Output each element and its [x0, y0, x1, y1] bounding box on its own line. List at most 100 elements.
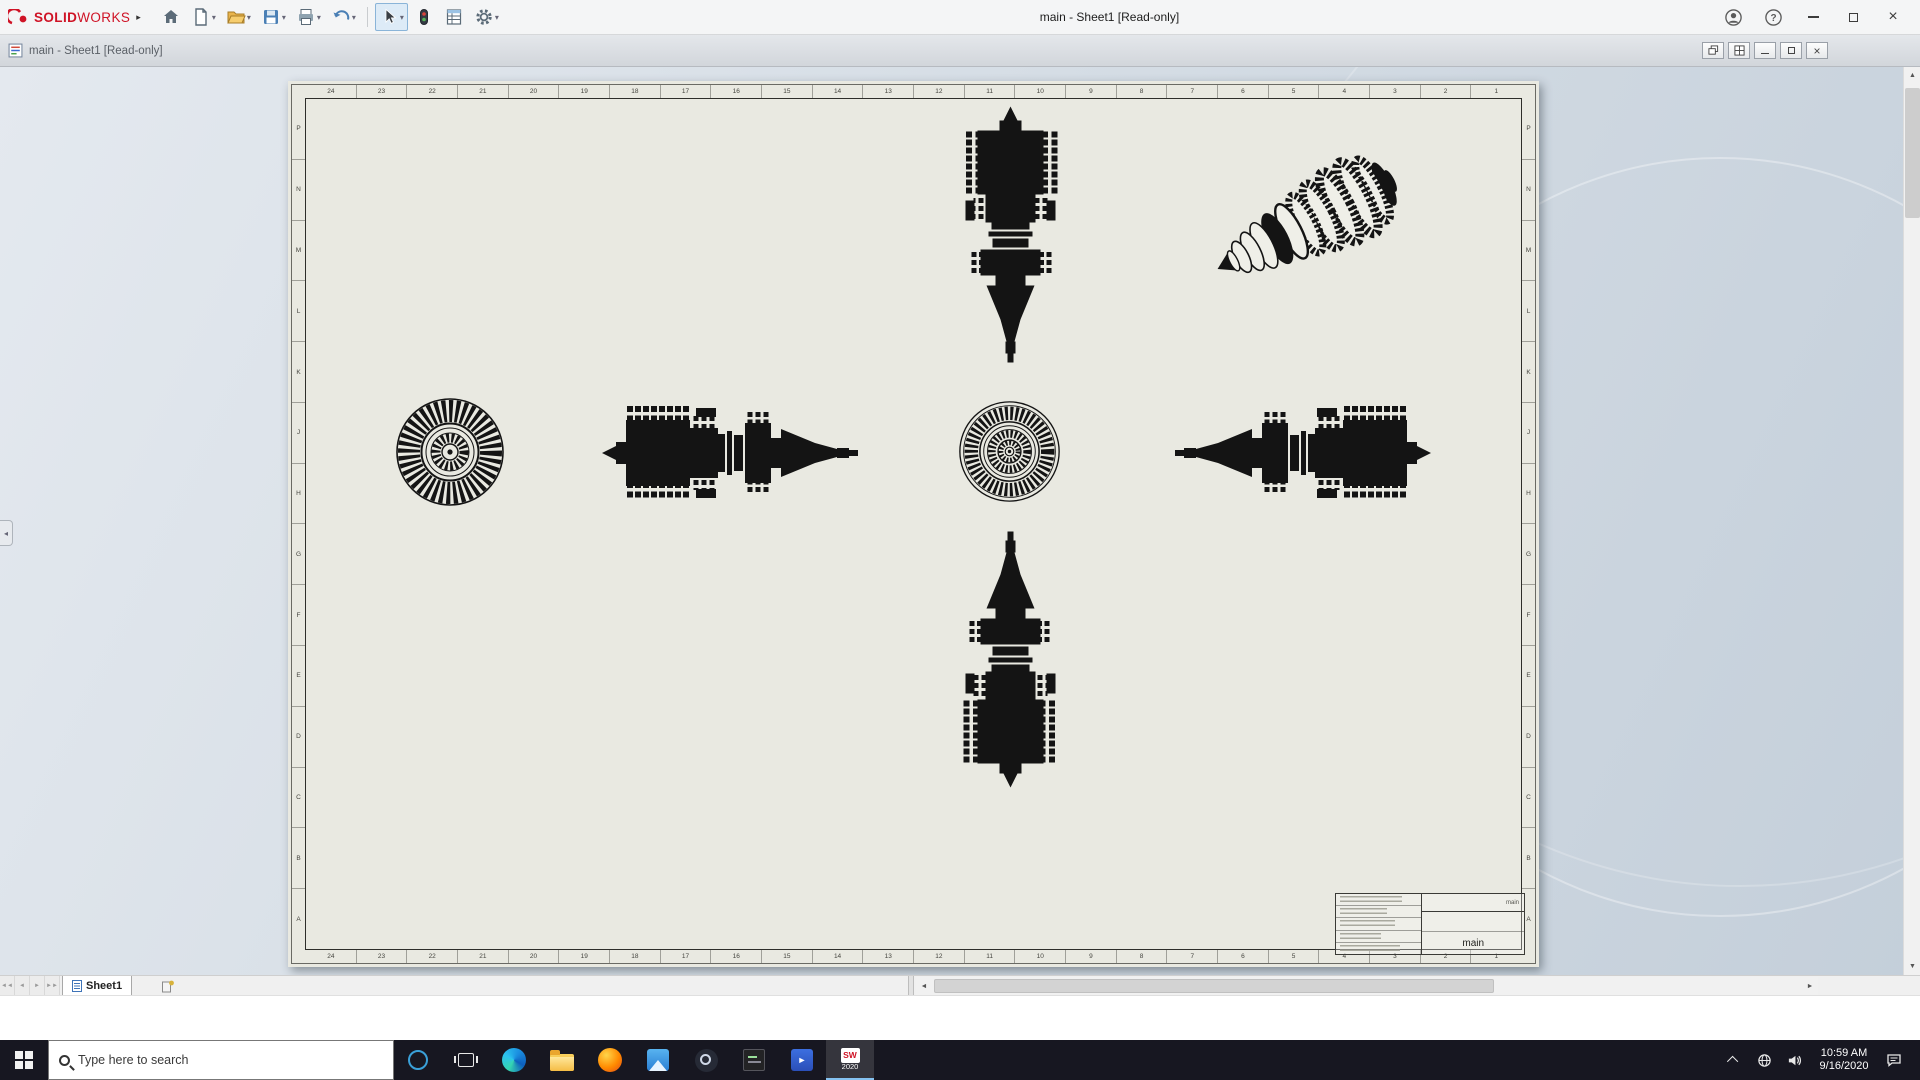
new-document-button[interactable]: ▾: [187, 3, 220, 31]
drawing-view-front[interactable]: [600, 398, 863, 508]
photos-button[interactable]: [634, 1040, 682, 1080]
drawing-view-bottom[interactable]: [956, 527, 1066, 790]
doc-restore-button[interactable]: [1780, 42, 1802, 59]
cascade-windows-button[interactable]: [1702, 42, 1724, 59]
steam-button[interactable]: [682, 1040, 730, 1080]
tab-sheet1[interactable]: Sheet1: [62, 976, 132, 996]
search-input[interactable]: [78, 1053, 383, 1067]
panel-collapse-tab[interactable]: ◂: [0, 520, 13, 546]
solidworks-taskbar-button[interactable]: SW 2020: [826, 1040, 874, 1080]
solidworks-logo-icon: [8, 9, 30, 26]
scroll-right-arrow[interactable]: ►: [1802, 977, 1818, 995]
capsule-tool-button[interactable]: [410, 3, 438, 31]
horizontal-scroll-thumb[interactable]: [934, 979, 1494, 993]
close-icon: ×: [1813, 45, 1820, 57]
next-sheet-button[interactable]: ►: [30, 976, 45, 996]
zone-label: 12: [914, 950, 965, 963]
solidworks-app-icon: SW: [841, 1048, 860, 1063]
drawing-sheet[interactable]: 242322212019181716151413121110987654321 …: [288, 81, 1539, 967]
drawing-view-center-fan[interactable]: [957, 399, 1062, 504]
help-button[interactable]: ?: [1756, 3, 1790, 31]
drawing-view-right[interactable]: [1170, 398, 1433, 508]
zone-label: 3: [1370, 85, 1421, 98]
vertical-scroll-thumb[interactable]: [1905, 88, 1920, 218]
undo-button[interactable]: ▾: [327, 3, 360, 31]
account-button[interactable]: [1716, 3, 1750, 31]
dropdown-arrow-icon[interactable]: ▾: [247, 13, 251, 22]
drawing-view-isometric[interactable]: [1199, 133, 1409, 313]
zone-label: 15: [762, 85, 813, 98]
drawing-view-left-fan[interactable]: [395, 397, 505, 507]
vertical-scrollbar[interactable]: ▲ ▼: [1903, 67, 1920, 975]
save-button[interactable]: ▾: [257, 3, 290, 31]
edge-icon: [502, 1048, 526, 1072]
menu-expand-arrow[interactable]: ▸: [136, 12, 141, 23]
home-button[interactable]: [157, 3, 185, 31]
print-button[interactable]: ▾: [292, 3, 325, 31]
first-sheet-button[interactable]: ◄◄: [0, 976, 15, 996]
zone-label: M: [292, 221, 305, 282]
scroll-up-arrow[interactable]: ▲: [1904, 67, 1920, 84]
pane-splitter[interactable]: [908, 976, 914, 996]
movies-app-button[interactable]: ►: [778, 1040, 826, 1080]
dropdown-arrow-icon[interactable]: ▾: [317, 13, 321, 22]
graphics-area[interactable]: ◂ 24232221201918171615141312111098765432…: [0, 67, 1920, 975]
zone-label: 18: [610, 950, 661, 963]
action-center-button[interactable]: [1881, 1040, 1907, 1080]
title-block-name-small: main: [1506, 900, 1519, 906]
last-sheet-button[interactable]: ►►: [45, 976, 60, 996]
dropdown-arrow-icon[interactable]: ▾: [282, 13, 286, 22]
open-button[interactable]: ▾: [222, 3, 255, 31]
task-view-button[interactable]: [442, 1040, 490, 1080]
zone-label: 4: [1319, 85, 1370, 98]
cascade-icon: [1708, 45, 1719, 56]
select-tool-button[interactable]: ▾: [375, 3, 408, 31]
photos-icon: [647, 1049, 669, 1071]
dropdown-arrow-icon[interactable]: ▾: [495, 13, 499, 22]
taskbar-search[interactable]: [48, 1040, 394, 1080]
file-explorer-button[interactable]: [538, 1040, 586, 1080]
terminal-button[interactable]: [730, 1040, 778, 1080]
toolbar-separator: [367, 7, 368, 27]
dropdown-arrow-icon[interactable]: ▾: [400, 13, 404, 22]
tile-windows-button[interactable]: [1728, 42, 1750, 59]
title-block[interactable]: main main: [1335, 893, 1525, 955]
minimize-button[interactable]: [1796, 3, 1830, 31]
start-button[interactable]: [0, 1040, 48, 1080]
zone-label: 6: [1218, 950, 1269, 963]
scroll-left-arrow[interactable]: ◄: [916, 977, 932, 995]
account-icon: [1724, 8, 1743, 27]
doc-minimize-button[interactable]: [1754, 42, 1776, 59]
close-button[interactable]: ×: [1876, 3, 1910, 31]
brand-text: SOLIDWORKS: [34, 10, 130, 25]
restore-button[interactable]: [1836, 3, 1870, 31]
cortana-button[interactable]: [394, 1040, 442, 1080]
firefox-button[interactable]: [586, 1040, 634, 1080]
network-button[interactable]: [1751, 1040, 1777, 1080]
speaker-icon: [1787, 1053, 1802, 1068]
zone-label: 21: [458, 85, 509, 98]
table-tool-button[interactable]: [440, 3, 468, 31]
doc-close-button[interactable]: ×: [1806, 42, 1828, 59]
zone-labels-right: PNMLKJHGFEDCBA: [1522, 99, 1535, 949]
zone-label: 20: [509, 85, 560, 98]
zone-label: 12: [914, 85, 965, 98]
cortana-icon: [408, 1050, 428, 1070]
scroll-down-arrow[interactable]: ▼: [1904, 958, 1920, 975]
edge-button[interactable]: [490, 1040, 538, 1080]
volume-button[interactable]: [1781, 1040, 1807, 1080]
zone-label: 24: [306, 950, 357, 963]
options-button[interactable]: ▾: [470, 3, 503, 31]
add-sheet-button[interactable]: [156, 976, 180, 996]
dropdown-arrow-icon[interactable]: ▾: [352, 13, 356, 22]
windows-logo-icon: [15, 1051, 33, 1069]
status-strip: [0, 995, 1920, 1040]
zone-label: 9: [1066, 950, 1117, 963]
zone-label: J: [1522, 403, 1535, 464]
tray-overflow-button[interactable]: [1721, 1040, 1747, 1080]
drawing-view-top[interactable]: [956, 105, 1066, 368]
taskbar-clock[interactable]: 10:59 AM 9/16/2020: [1811, 1047, 1877, 1074]
horizontal-scrollbar[interactable]: ◄ ►: [916, 977, 1818, 995]
dropdown-arrow-icon[interactable]: ▾: [212, 13, 216, 22]
previous-sheet-button[interactable]: ◄: [15, 976, 30, 996]
